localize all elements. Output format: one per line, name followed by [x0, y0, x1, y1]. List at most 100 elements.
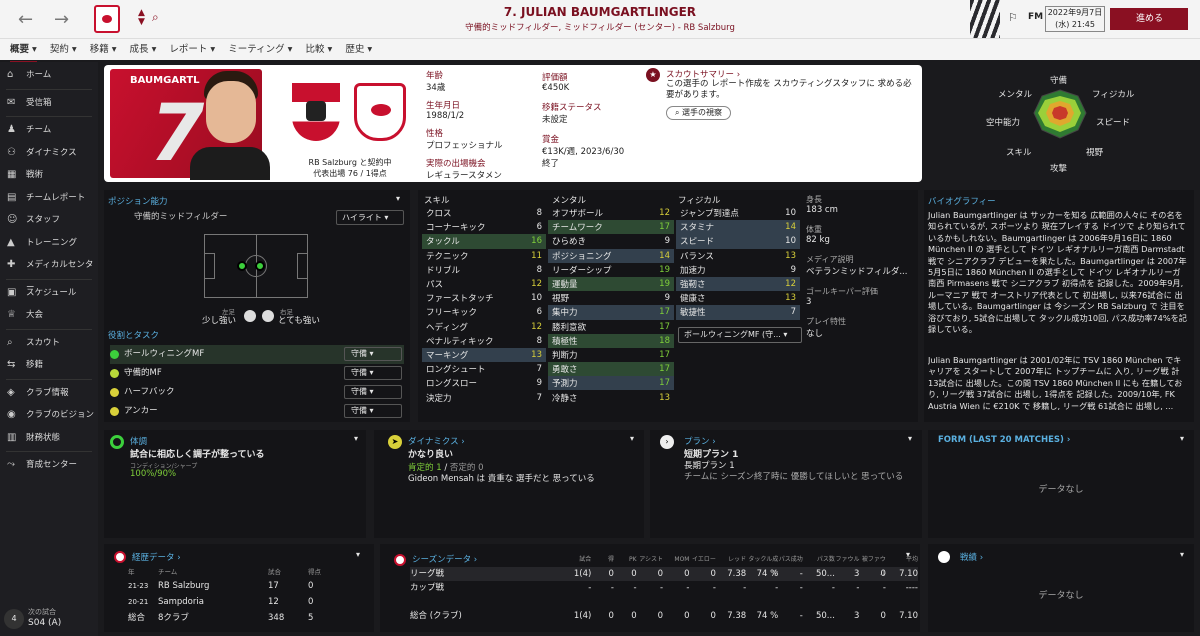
duty-select[interactable]: 守備 ▾ [344, 347, 402, 361]
sort-arrows-icon[interactable]: ▲ ▼ [138, 9, 145, 27]
menu-transfer[interactable]: 移籍 ▾ [90, 39, 117, 61]
position-collapse-icon[interactable]: ▾ [396, 194, 400, 203]
dynamics-link[interactable]: ダイナミクス › [408, 435, 465, 447]
club-contract-link[interactable]: RB Salzburg と契約中 [290, 157, 410, 168]
sidebar-item-dynamics[interactable]: ⚇ ダイナミクス [0, 142, 98, 165]
decor-stripes [970, 0, 1000, 38]
role-row[interactable]: ハーフバック 守備 ▾ [110, 383, 404, 402]
menu-development[interactable]: 成長 ▾ [130, 39, 157, 61]
menu-contract[interactable]: 契約 ▾ [50, 39, 77, 61]
sidebar-item-team-report[interactable]: ▤ チームレポート [0, 187, 98, 210]
record-collapse-icon[interactable]: ▾ [1180, 550, 1184, 559]
duty-select[interactable]: 守備 ▾ [344, 385, 402, 399]
sidebar-item-schedule[interactable]: ▣ スケジュール [0, 282, 98, 305]
attribute-value: 17 [659, 378, 670, 389]
career-row[interactable]: 21-23 RB Salzburg 17 0 [128, 578, 348, 594]
sidebar-item-staff[interactable]: ☺ スタッフ [0, 209, 98, 232]
attribute-name: 視野 [552, 294, 570, 305]
position-dot-dm [237, 261, 247, 271]
plan-collapse-icon[interactable]: ▾ [908, 434, 912, 443]
manager-icon[interactable]: ⚐ [1008, 11, 1018, 24]
menu-overview[interactable]: 概要 ▾ [10, 39, 37, 63]
continue-button[interactable]: 進める [1110, 8, 1188, 30]
season-row[interactable]: カップ戦 - - - - - - - - - - - - ---- [410, 581, 918, 595]
report-icon: ▤ [7, 191, 17, 203]
condition-collapse-icon[interactable]: ▾ [354, 434, 358, 443]
season-row[interactable]: 総合 (クラブ) 1(4) 0 0 0 0 0 7.38 74 % -50... 3 0 7.10 [410, 609, 918, 623]
attribute-row: クロス 8 [422, 206, 546, 220]
biography-panel: バイオグラフィー Julian Baumgartlinger は サッカーを知る… [924, 190, 1194, 422]
attribute-row: バランス 13 [676, 249, 800, 263]
role-row[interactable]: 守備的MF 守備 ▾ [110, 364, 404, 383]
sidebar-item-inbox[interactable]: ✉ 受信箱 [0, 92, 98, 115]
sidebar-item-medical[interactable]: ✚ メディカルセンター [0, 254, 98, 293]
record-link[interactable]: 戦績 › [960, 551, 983, 563]
form-collapse-icon[interactable]: ▾ [1180, 434, 1184, 443]
role-rating-dot [110, 407, 119, 416]
sidebar-item-youth[interactable]: ⤳ 育成センター [0, 454, 98, 477]
scout-summary: ★ スカウトサマリー › この選手の レポート作成を スカウティングスタッフに … [646, 68, 916, 128]
calendar-icon: ▣ [7, 286, 17, 298]
duty-select[interactable]: 守備 ▾ [344, 404, 402, 418]
pitch-map [204, 234, 308, 298]
career-collapse-icon[interactable]: ▾ [356, 550, 360, 559]
attribute-value: 13 [659, 392, 670, 403]
attribute-value: 9 [664, 293, 670, 304]
attribute-name: 積極性 [552, 336, 578, 347]
form-link[interactable]: FORM (LAST 20 MATCHES) › [938, 435, 1070, 445]
role-highlight-select[interactable]: ボールウィニングMF (守... ▾ [678, 327, 802, 343]
career-row[interactable]: 総合 8クラブ 348 5 [128, 610, 348, 626]
next-match[interactable]: 4 次の試合 S04 (A) [4, 607, 94, 633]
player-physical-info: 身長 183 cm 体重 82 kg メディア説明 ベテランミッドフィルダ... ゴー… [806, 195, 908, 339]
attribute-row: テクニック 11 [422, 249, 546, 263]
attribute-row: リーダーシップ 19 [548, 263, 674, 277]
plan-link[interactable]: プラン › [684, 435, 716, 447]
role-rating-dot [110, 388, 119, 397]
back-arrow-icon[interactable]: ← [18, 9, 33, 30]
position-dot-mc [255, 261, 265, 271]
date-display[interactable]: 2022年9月7日 (水) 21:45 [1045, 6, 1105, 32]
dynamics-collapse-icon[interactable]: ▾ [630, 434, 634, 443]
role-row[interactable]: ボールウィニングMF 守備 ▾ [110, 345, 404, 364]
season-row[interactable]: リーグ戦 1(4) 0 0 0 0 0 7.38 74 % -50... 3 0 7.10 [410, 567, 918, 581]
attribute-name: 決定力 [426, 393, 452, 404]
search-icon[interactable]: ⌕ [152, 10, 159, 25]
sidebar-item-club-info[interactable]: ◈ クラブ情報 [0, 382, 98, 405]
menu-history[interactable]: 歴史 ▾ [345, 39, 372, 61]
attribute-row: 集中力 17 [548, 305, 674, 320]
sidebar-item-club-vision[interactable]: ◉ クラブのビジョン [0, 404, 98, 427]
scout-player-button[interactable]: ⌕ 選手の視察 [666, 106, 732, 120]
player-header-card: BAUMGARTL 7 RB Salzburg と契約中 代表出場 76 / 1… [104, 65, 922, 182]
club-icon: ◈ [7, 386, 15, 398]
sidebar-item-tactics[interactable]: ▦ 戦術 [0, 164, 98, 187]
sidebar-item-training[interactable]: ▲ トレーニング [0, 232, 98, 255]
sidebar-item-scout[interactable]: ⌕ スカウト [0, 332, 98, 355]
training-icon: ▲ [7, 236, 15, 248]
sidebar-item-transfers[interactable]: ⇆ 移籍 [0, 354, 98, 377]
menu-meeting[interactable]: ミーティング ▾ [228, 39, 292, 61]
attribute-value: 12 [531, 321, 542, 332]
attribute-name: マーキング [426, 350, 469, 361]
right-foot-icon [262, 310, 274, 322]
duty-select[interactable]: 守備 ▾ [344, 366, 402, 380]
sidebar-item-team[interactable]: ♟ チーム [0, 119, 98, 142]
career-link[interactable]: 経歴データ › [132, 551, 181, 563]
attribute-value: 17 [659, 349, 670, 360]
sidebar-item-finance[interactable]: ▥ 財務状態 [0, 427, 98, 450]
menu-compare[interactable]: 比較 ▾ [305, 39, 332, 61]
attribute-value: 8 [536, 264, 542, 275]
menu-report[interactable]: レポート ▾ [169, 39, 215, 61]
highlight-dropdown[interactable]: ハイライト ▾ [336, 210, 404, 225]
forward-arrow-icon[interactable]: → [54, 9, 69, 30]
attribute-name: テクニック [426, 251, 469, 262]
attribute-row: 勝利意欲 17 [548, 320, 674, 334]
sidebar-item-home[interactable]: ⌂ ホーム [0, 64, 98, 87]
attribute-value: 10 [785, 236, 796, 247]
plan-icon: › [660, 435, 674, 449]
tactics-icon: ▦ [7, 169, 17, 180]
sidebar-item-competitions[interactable]: ♕ 大会 [0, 304, 98, 327]
role-row[interactable]: アンカー 守備 ▾ [110, 402, 404, 421]
career-row[interactable]: 20-21 Sampdoria 12 0 [128, 594, 348, 610]
nation-flag-austria-icon [292, 83, 340, 141]
role-rating-dot [110, 350, 119, 359]
